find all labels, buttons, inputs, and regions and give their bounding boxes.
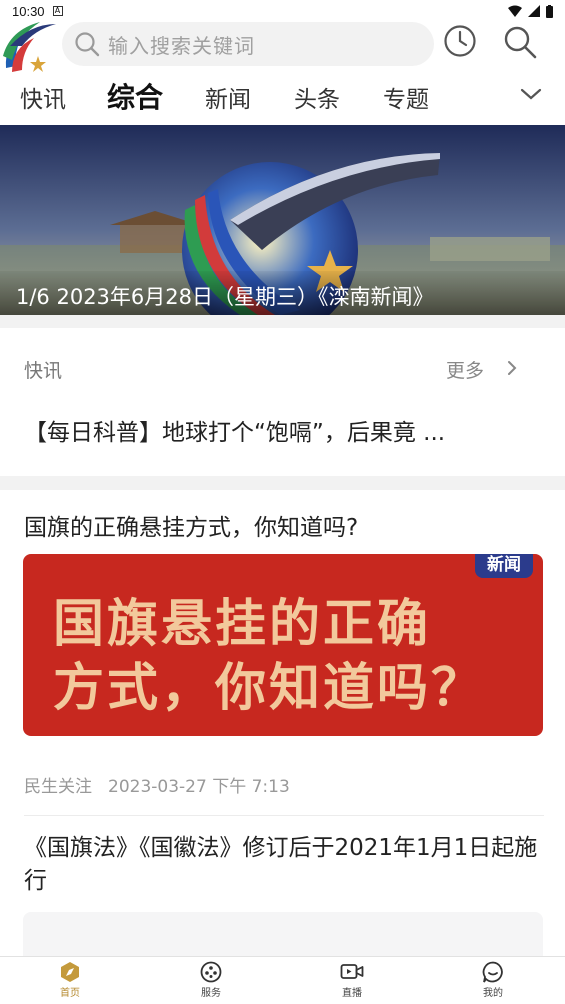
chevron-down-icon[interactable] [518,84,544,104]
nav-label: 首页 [60,988,80,999]
search-bar[interactable]: 输入搜索关键词 [62,22,434,66]
article-category: 民生关注 [24,777,92,797]
section-gap [0,315,565,328]
nav-label: 直播 [342,988,362,999]
nav-label: 服务 [201,988,221,999]
flash-headline[interactable]: 【每日科普】地球打个“饱嗝”，后果竟 ... [24,413,544,447]
divider [24,815,544,816]
search-button-icon[interactable] [502,24,538,60]
profile-chat-icon [482,961,503,983]
thumbnail-text-line2: 方式，你知道吗？ [53,659,486,718]
flash-section-title: 快讯 [24,360,63,382]
article-card[interactable]: 国旗的正确悬挂方式，你知道吗? 新闻 国旗悬挂的正确 方式，你知道吗？ 民生关注… [0,490,565,820]
article-thumbnail[interactable] [23,912,543,962]
thumbnail-text-line1: 国旗悬挂的正确 [53,595,432,654]
nav-label: 我的 [483,988,503,999]
service-icon [200,961,222,983]
app-header: 输入搜索关键词 [0,14,565,74]
live-video-icon [340,964,364,979]
flash-news-section: 快讯 更多 【每日科普】地球打个“饱嗝”，后果竟 ... [0,328,565,476]
nav-service[interactable]: 服务 [171,961,251,999]
category-tabs: 快讯 综合 新闻 头条 专题 [0,74,565,120]
article-card[interactable]: 《国旗法》《国徽法》修订后于2021年1月1日起施行 [0,826,565,962]
chevron-right-icon[interactable] [505,358,519,378]
article-meta: 民生关注 2023-03-27 下午 7:13 [24,772,290,797]
tab-general[interactable]: 综合 [107,76,163,116]
tab-flash[interactable]: 快讯 [20,80,66,114]
tab-headlines[interactable]: 头条 [294,80,340,114]
nav-live[interactable]: 直播 [312,961,392,999]
bottom-navigation: 首页 服务 直播 我的 [0,956,565,1004]
history-clock-icon[interactable] [443,24,477,58]
banner-caption: 1/6 2023年6月28日（星期三）《滦南新闻》 [0,271,565,315]
news-badge: 新闻 [475,554,533,578]
article-title[interactable]: 《国旗法》《国徽法》修订后于2021年1月1日起施行 [24,832,544,898]
nav-profile[interactable]: 我的 [453,961,533,999]
app-logo [3,22,56,72]
home-compass-icon [61,962,79,982]
article-title[interactable]: 国旗的正确悬挂方式，你知道吗? [24,508,358,542]
article-time: 2023-03-27 下午 7:13 [108,777,290,797]
article-thumbnail[interactable]: 新闻 国旗悬挂的正确 方式，你知道吗？ [23,554,543,736]
section-gap [0,476,565,490]
tab-news[interactable]: 新闻 [205,80,251,114]
banner-carousel[interactable]: 1/6 2023年6月28日（星期三）《滦南新闻》 [0,125,565,315]
search-placeholder: 输入搜索关键词 [108,33,255,58]
tab-topics[interactable]: 专题 [383,80,429,114]
search-icon [75,32,100,57]
flash-more-link[interactable]: 更多 [446,356,484,383]
nav-home[interactable]: 首页 [30,961,110,999]
